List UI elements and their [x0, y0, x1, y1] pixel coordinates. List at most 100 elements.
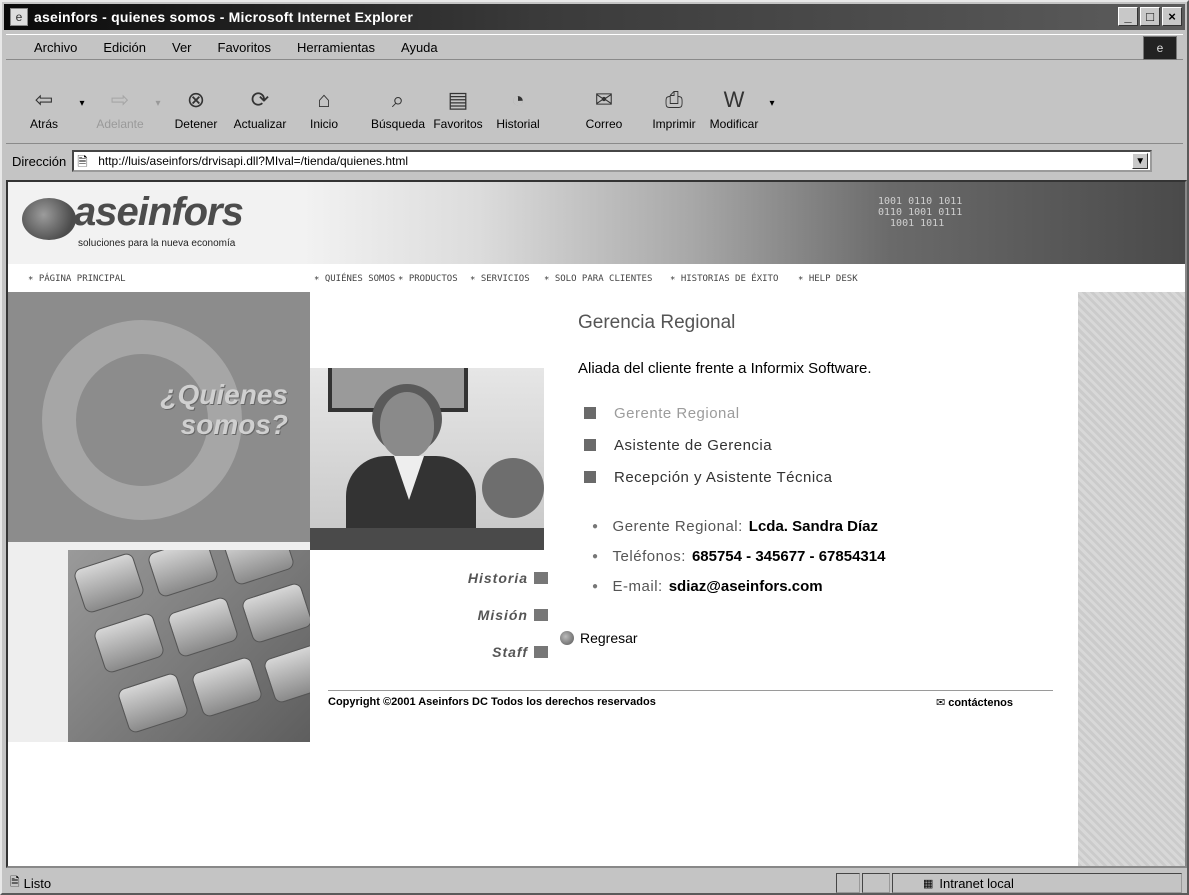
nav-about[interactable]: ∗ QUIÉNES SOMOS	[314, 274, 395, 284]
back-label: Atrás	[29, 117, 58, 131]
staff-link[interactable]: Staff	[388, 640, 548, 664]
staff-bullet-icon	[534, 646, 548, 658]
search-label: Búsqueda	[370, 117, 426, 131]
menu-archivo[interactable]: Archivo	[34, 40, 77, 55]
title-bar[interactable]: e aseinfors - quienes somos - Microsoft …	[4, 4, 1185, 30]
back-dropdown-icon[interactable]: ▾	[74, 98, 90, 109]
mail-icon: ✉	[594, 87, 614, 112]
home-button[interactable]: ⌂ Inicio	[294, 87, 354, 131]
refresh-label: Actualizar	[233, 117, 287, 131]
forward-arrow-icon: ⇨	[110, 87, 130, 112]
site-tagline: soluciones para la nueva economía	[78, 238, 236, 249]
status-pane	[862, 873, 890, 893]
dot-icon: ●	[592, 580, 599, 592]
key-shape	[190, 655, 264, 719]
status-bar: 🗎 Listo ▦ Intranet local	[6, 872, 1183, 894]
detail-telefonos-label: Teléfonos:	[612, 547, 686, 565]
page-subtitle: Aliada del cliente frente a Informix Sof…	[578, 360, 872, 377]
search-icon: ⌕	[391, 87, 405, 112]
photo-desk-shape	[310, 528, 544, 550]
status-text: Listo	[23, 875, 52, 891]
keyboard-image	[8, 542, 310, 742]
dot-icon: ●	[592, 550, 599, 562]
menu-bar: Archivo Edición Ver Favoritos Herramient…	[6, 34, 1183, 60]
status-page-icon: 🗎	[10, 874, 20, 889]
site-nav: ∗ PÁGINA PRINCIPAL ∗ QUIÉNES SOMOS ∗ PRO…	[8, 270, 1185, 290]
historia-label: Historia	[467, 570, 528, 586]
key-shape	[146, 550, 220, 599]
standard-toolbar: ⇦ Atrás ▾ ⇨ Adelante ▾ ⊗ Detener ⟳ Actua…	[6, 64, 1183, 144]
role-asistente-link[interactable]: Asistente de Gerencia	[578, 429, 1098, 461]
ie-throbber-icon: e	[1143, 36, 1177, 60]
history-label: Historial	[496, 117, 540, 131]
role-asistente-label: Asistente de Gerencia	[614, 436, 773, 454]
print-icon: ⎙	[665, 87, 683, 112]
menu-herramientas[interactable]: Herramientas	[297, 40, 375, 55]
mision-label: Misión	[477, 607, 528, 623]
contact-link[interactable]: ✉ contáctenos	[936, 696, 1013, 710]
ie-page-icon: e	[10, 8, 28, 26]
menu-edicion[interactable]: Edición	[103, 40, 146, 55]
forward-button[interactable]: ⇨ Adelante	[90, 87, 150, 131]
address-dropdown-icon[interactable]: ▼	[1132, 153, 1149, 169]
stop-button[interactable]: ⊗ Detener	[166, 87, 226, 131]
forward-dropdown-icon[interactable]: ▾	[150, 98, 166, 109]
nav-home[interactable]: ∗ PÁGINA PRINCIPAL	[28, 274, 126, 284]
historia-link[interactable]: Historia	[388, 566, 548, 590]
role-gerente-link[interactable]: Gerente Regional	[578, 397, 1098, 429]
regresar-link[interactable]: Regresar	[560, 630, 638, 646]
key-shape	[92, 611, 166, 675]
address-label: Dirección	[12, 153, 67, 169]
key-shape	[222, 550, 296, 587]
search-button[interactable]: ⌕ Búsqueda	[368, 87, 428, 131]
intranet-icon: ▦	[923, 877, 934, 890]
site-logo[interactable]: aseinfors	[74, 190, 244, 235]
detail-email-label: E-mail:	[612, 577, 663, 595]
back-circle-icon	[560, 631, 574, 645]
nav-stories[interactable]: ∗ HISTORIAS DE ÉXITO	[670, 274, 778, 284]
main-content: Gerencia Regional Aliada del cliente fre…	[578, 312, 1098, 601]
aseinfors-logo-icon	[22, 198, 76, 240]
minimize-button[interactable]: _	[1118, 7, 1138, 26]
history-button[interactable]: ◔ Historial	[488, 87, 548, 131]
word-edit-icon: W	[723, 87, 745, 112]
forward-label: Adelante	[96, 117, 144, 131]
close-button[interactable]: ×	[1162, 7, 1182, 26]
menu-ver[interactable]: Ver	[172, 40, 192, 55]
zone-label: Intranet local	[939, 875, 1014, 891]
mision-link[interactable]: Misión	[388, 603, 548, 627]
regresar-label: Regresar	[580, 630, 638, 646]
key-shape	[72, 551, 146, 615]
home-icon: ⌂	[317, 87, 331, 112]
browser-window: e aseinfors - quienes somos - Microsoft …	[0, 0, 1189, 895]
mail-button[interactable]: ✉ Correo	[574, 87, 634, 131]
hero-text: ¿Quienes somos?	[78, 380, 288, 440]
security-zone: ▦ Intranet local	[892, 873, 1182, 893]
nav-services[interactable]: ∗ SERVICIOS	[470, 274, 530, 284]
photo-head-shape	[380, 392, 434, 458]
maximize-button[interactable]: □	[1140, 7, 1160, 26]
page-title: Gerencia Regional	[578, 312, 736, 333]
role-recepcion-link[interactable]: Recepción y Asistente Técnica	[578, 461, 1098, 493]
staff-label: Staff	[492, 644, 528, 660]
refresh-icon: ⟳	[250, 87, 270, 112]
edit-button[interactable]: W Modificar	[704, 87, 764, 131]
edit-dropdown-icon[interactable]: ▾	[764, 98, 780, 109]
menu-ayuda[interactable]: Ayuda	[401, 40, 438, 55]
back-button[interactable]: ⇦ Atrás	[14, 87, 74, 131]
nav-products[interactable]: ∗ PRODUCTOS	[398, 274, 458, 284]
copyright-text: Copyright ©2001 Aseinfors DC Todos los d…	[328, 696, 656, 708]
refresh-button[interactable]: ⟳ Actualizar	[230, 87, 290, 131]
nav-services-label: SERVICIOS	[480, 274, 530, 284]
keyboard-keys	[68, 550, 310, 742]
menu-favoritos[interactable]: Favoritos	[218, 40, 271, 55]
nav-help[interactable]: ∗ HELP DESK	[798, 274, 858, 284]
nav-clients[interactable]: ∗ SOLO PARA CLIENTES	[544, 274, 652, 284]
detail-email-value[interactable]: sdiaz@aseinfors.com	[669, 578, 823, 595]
role-recepcion-label: Recepción y Asistente Técnica	[614, 468, 833, 486]
detail-gerente-value: Lcda. Sandra Díaz	[748, 517, 879, 535]
favorites-button[interactable]: ▤ Favoritos	[428, 87, 488, 131]
print-button[interactable]: ⎙ Imprimir	[644, 87, 704, 131]
key-shape	[262, 641, 310, 705]
address-input[interactable]: 🗎 http://luis/aseinfors/drvisapi.dll?MIv…	[72, 150, 1153, 172]
